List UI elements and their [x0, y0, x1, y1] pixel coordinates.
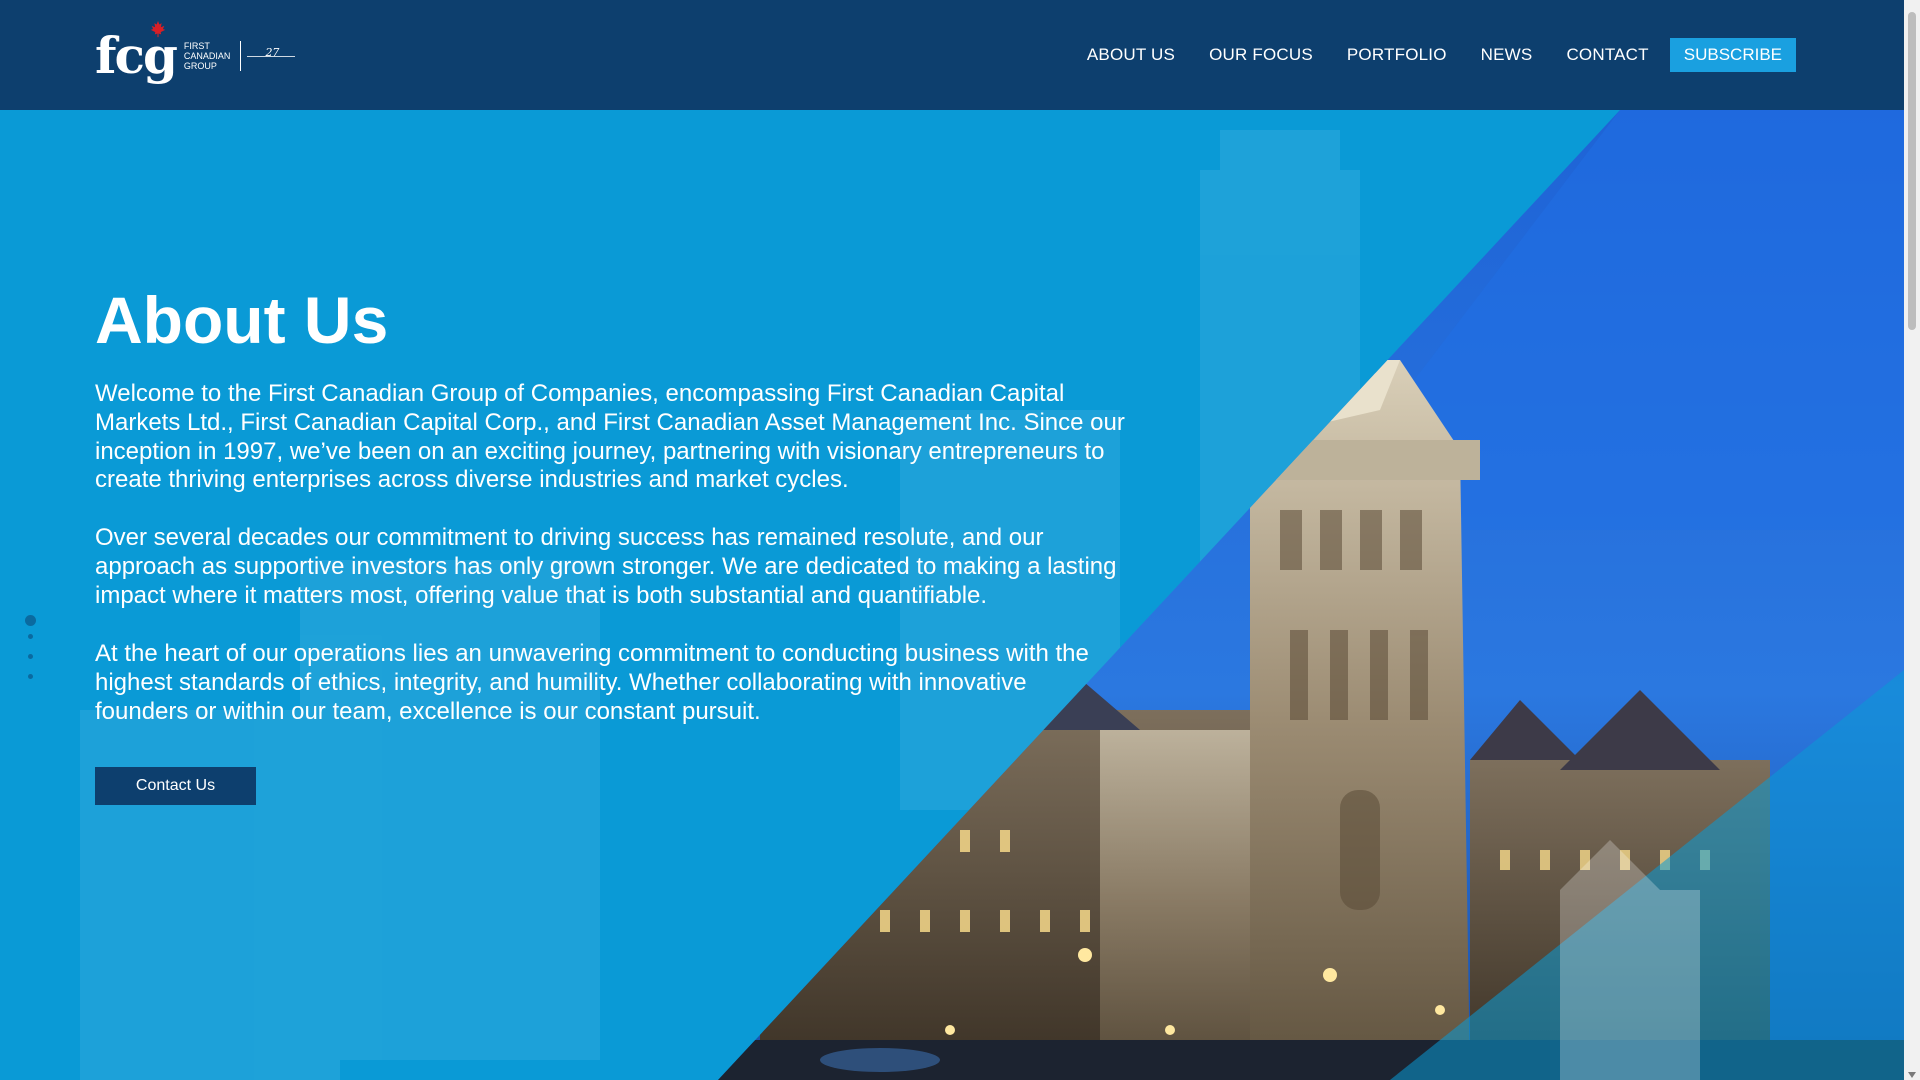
nav-portfolio[interactable]: PORTFOLIO — [1347, 45, 1447, 65]
logo-wordmark: FIRST CANADIAN GROUP — [184, 41, 231, 71]
page-title: About Us — [95, 283, 389, 357]
maple-leaf-icon — [150, 20, 166, 38]
pagination-dot[interactable] — [28, 634, 33, 639]
ethics-paragraph: At the heart of our operations lies an u… — [95, 640, 1089, 725]
nav-contact[interactable]: CONTACT — [1566, 45, 1648, 65]
site-header: fcg FIRST CANADIAN GROUP 27 ABOUT US OUR… — [0, 0, 1904, 110]
logo-word-first: FIRST — [183, 41, 210, 51]
contact-us-button[interactable]: Contact Us — [95, 767, 256, 805]
logo-word-canadian: CANADIAN — [183, 51, 231, 61]
commitment-paragraph: Over several decades our commitment to d… — [95, 524, 1117, 609]
logo-word-group: GROUP — [183, 61, 217, 71]
nav-our-focus[interactable]: OUR FOCUS — [1209, 45, 1313, 65]
main-nav: ABOUT US OUR FOCUS PORTFOLIO NEWS CONTAC… — [1053, 38, 1796, 72]
logo-mark: fcg — [95, 26, 178, 85]
pagination-dot[interactable] — [28, 654, 33, 659]
nav-news[interactable]: NEWS — [1481, 45, 1533, 65]
pagination-dot[interactable] — [28, 674, 33, 679]
years-badge: 27 — [247, 46, 296, 66]
years-number: 27 — [265, 46, 280, 59]
subscribe-button[interactable]: SUBSCRIBE — [1669, 38, 1796, 72]
scrollbar-thumb[interactable] — [1908, 12, 1916, 330]
intro-paragraph: Welcome to the First Canadian Group of C… — [95, 380, 1125, 494]
page-scrollbar[interactable] — [1904, 0, 1920, 1080]
logo-divider — [240, 41, 242, 71]
chevron-down-icon[interactable] — [1908, 1072, 1916, 1078]
nav-about-us[interactable]: ABOUT US — [1087, 45, 1175, 65]
fcg-logo[interactable]: fcg FIRST CANADIAN GROUP 27 — [95, 20, 296, 86]
pagination-dot-active[interactable] — [25, 615, 36, 626]
